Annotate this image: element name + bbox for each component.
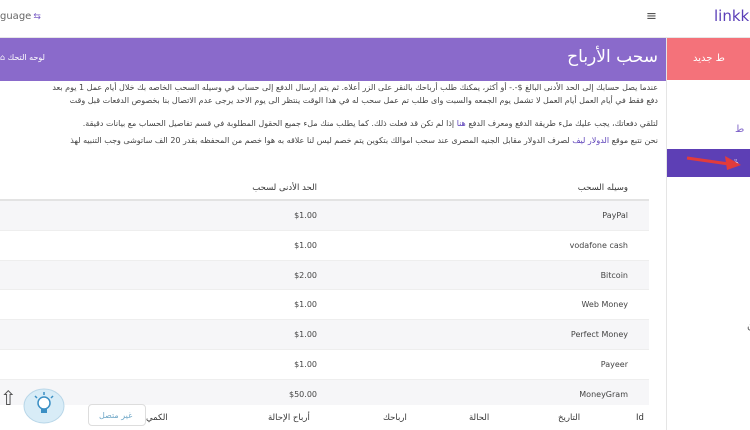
arrow-indicator-icon bbox=[686, 156, 741, 170]
col-referral: أرباح الإحالة bbox=[268, 413, 310, 423]
table-row: PayPal $1.00 bbox=[0, 201, 649, 231]
table-header: وسيله السحب الحد الأدنى لسحب bbox=[0, 173, 649, 201]
brand-logo[interactable]: linkkav bbox=[714, 7, 750, 25]
cell-min: $1.00 bbox=[294, 330, 317, 340]
cell-min: $1.00 bbox=[294, 211, 317, 220]
cell-method: Web Money bbox=[581, 300, 628, 310]
col-date: التاريخ bbox=[558, 413, 581, 423]
info-paragraph: لتلقي دفعاتك، يجب عليك ملء طريقة الدفع و… bbox=[83, 119, 658, 128]
sidebar-new-link-button[interactable]: ط جديد bbox=[667, 38, 750, 80]
header-method: وسيله السحب bbox=[577, 183, 628, 193]
sidebar-item[interactable]: ط bbox=[735, 124, 744, 135]
para-text: إذا لم تكن قد فعلت ذلك. كما يطلب منك ملء… bbox=[82, 119, 455, 128]
sidebar: ط جديد ط ة ن bbox=[666, 38, 750, 430]
lightbulb-icon[interactable] bbox=[22, 386, 66, 426]
table-row: Bitcoin $2.00 bbox=[0, 260, 649, 291]
translate-icon: ⇆ bbox=[33, 12, 41, 22]
cell-method: Bitcoin bbox=[600, 270, 628, 280]
top-bar: guage⇆ ≡ linkkav bbox=[0, 0, 750, 38]
chat-status-button[interactable]: غير متصل bbox=[88, 404, 146, 426]
table-row: Perfect Money $1.00 bbox=[0, 320, 649, 350]
table-row: Payeer $1.00 bbox=[0, 350, 649, 380]
header-min: الحد الأدنى لسحب bbox=[252, 183, 317, 193]
withdraw-panel: سحب الأرباح ⌂ لوحه التحك عندما يصل حسابك… bbox=[0, 38, 666, 430]
withdraw-methods-table: وسيله السحب الحد الأدنى لسحب PayPal $1.00… bbox=[0, 173, 649, 410]
para-text: نحن نتبع موقع bbox=[611, 136, 658, 145]
panel-header: سحب الأرباح ⌂ لوحه التحك bbox=[0, 38, 666, 81]
table-row: Web Money $1.00 bbox=[0, 290, 649, 321]
dollar-live-link[interactable]: الدولار ليف bbox=[572, 136, 609, 145]
para-text: لصرف الدولار مقابل الجنيه المصرى عند سحب… bbox=[70, 136, 570, 145]
info-paragraph: نحن نتبع موقع الدولار ليف لصرف الدولار م… bbox=[70, 136, 658, 145]
language-label: guage bbox=[0, 11, 32, 22]
language-selector[interactable]: guage ⇆ bbox=[0, 11, 41, 22]
cell-min: $1.00 bbox=[294, 300, 317, 310]
dashboard-link[interactable]: ⌂ لوحه التحك bbox=[0, 53, 45, 62]
home-icon: ⌂ bbox=[0, 53, 6, 62]
col-status: الحالة bbox=[469, 413, 490, 423]
cell-method: Payeer bbox=[600, 359, 628, 369]
payment-settings-link[interactable]: هنا bbox=[457, 119, 466, 128]
menu-icon[interactable]: ≡ bbox=[646, 9, 657, 24]
cell-method: vodafone cash bbox=[569, 240, 628, 250]
cell-method: Perfect Money bbox=[570, 330, 628, 340]
cell-min: $2.00 bbox=[294, 270, 317, 280]
col-earnings: ارباحك bbox=[383, 413, 407, 423]
cell-method: PayPal bbox=[602, 211, 628, 220]
dashboard-label: لوحه التحك bbox=[7, 53, 45, 62]
cell-min: $1.00 bbox=[294, 240, 317, 250]
table-row: vodafone cash $1.00 bbox=[0, 231, 649, 261]
col-amount: الكمي bbox=[146, 413, 168, 423]
cell-min: $50.00 bbox=[289, 389, 317, 399]
para-text: لتلقي دفعاتك، يجب عليك ملء طريقة الدفع و… bbox=[468, 119, 658, 128]
notification-icon[interactable]: ⇧ bbox=[0, 386, 17, 410]
cell-min: $1.00 bbox=[294, 359, 317, 369]
page-title: سحب الأرباح bbox=[567, 47, 658, 67]
info-paragraph: دفع فقط في أيام العمل أيام العمل لا تشمل… bbox=[69, 96, 658, 105]
cell-method: MoneyGram bbox=[579, 389, 628, 399]
info-paragraph: عندما يصل حسابك إلى الحد الأدنى البالغ $… bbox=[52, 83, 658, 92]
col-id: Id bbox=[636, 413, 644, 423]
